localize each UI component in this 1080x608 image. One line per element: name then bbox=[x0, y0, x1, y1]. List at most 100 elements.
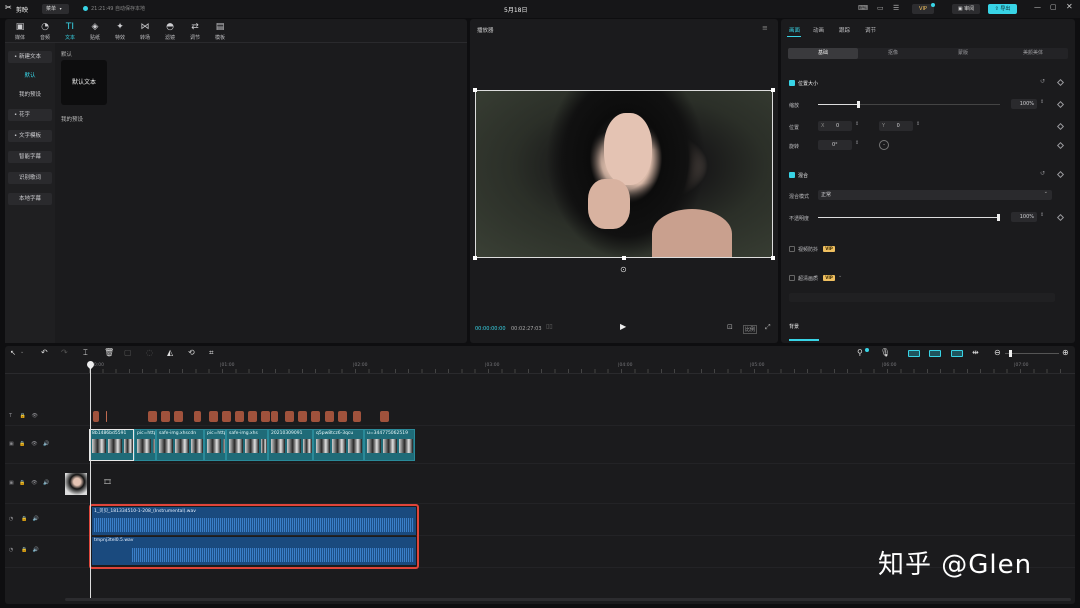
sidebar-local-caption[interactable]: 本地字幕 bbox=[8, 193, 52, 205]
speaker-icon[interactable]: 🔊 bbox=[43, 442, 49, 447]
undo-icon[interactable]: ↶ bbox=[41, 349, 48, 357]
freeze-icon[interactable]: ▢ bbox=[124, 349, 132, 357]
position-keyframe-icon[interactable] bbox=[1056, 122, 1065, 131]
tool-adjust[interactable]: ⇄ 调节 bbox=[184, 22, 206, 42]
sidebar-text-template[interactable]: • 文字模板 bbox=[8, 130, 52, 142]
ratio-button[interactable]: 比例 bbox=[743, 325, 758, 334]
default-text-card[interactable]: 默认文本 bbox=[61, 60, 107, 105]
tool-audio[interactable]: ◔ 音频 bbox=[34, 22, 56, 42]
text-clip[interactable] bbox=[298, 411, 307, 422]
playhead[interactable] bbox=[90, 362, 91, 598]
maximize-icon[interactable]: ▢ bbox=[1050, 4, 1057, 11]
reverse-icon[interactable]: ◌ bbox=[146, 349, 153, 357]
rotate-dial-icon[interactable]: - bbox=[879, 140, 889, 150]
settings-icon[interactable]: ☰ bbox=[893, 5, 899, 12]
sidebar-default[interactable]: 默认 bbox=[8, 70, 52, 82]
opacity-slider[interactable] bbox=[818, 214, 1000, 221]
text-clip[interactable] bbox=[209, 411, 218, 422]
opacity-input[interactable]: 100% bbox=[1011, 212, 1037, 222]
pos-y-stepper-icon[interactable]: ⇕ bbox=[916, 121, 920, 127]
superres-checkbox[interactable] bbox=[789, 275, 795, 281]
handle-bl[interactable] bbox=[473, 256, 477, 260]
text-clip[interactable] bbox=[353, 411, 361, 422]
split-icon[interactable]: ⌶ bbox=[83, 349, 88, 357]
speaker-icon[interactable]: 🔊 bbox=[43, 481, 49, 486]
subtab-cutout[interactable]: 抠像 bbox=[858, 48, 928, 59]
video-clip[interactable]: u=344775062519 bbox=[364, 429, 415, 461]
tab-animation[interactable]: 动画 bbox=[813, 26, 824, 34]
tool-template[interactable]: ▤ 模板 bbox=[209, 22, 231, 42]
opacity-stepper-icon[interactable]: ⇕ bbox=[1040, 212, 1044, 218]
text-clip[interactable] bbox=[248, 411, 257, 422]
tab-adjust[interactable]: 调节 bbox=[865, 26, 876, 34]
auto-reframe-icon[interactable]: ⚲ bbox=[857, 349, 863, 357]
blend-keyframe-icon[interactable] bbox=[1056, 170, 1065, 179]
pos-x-stepper-icon[interactable]: ⇕ bbox=[855, 121, 859, 127]
blend-reset-icon[interactable]: ↺ bbox=[1040, 170, 1045, 177]
zoom-in-icon[interactable]: ⊕ bbox=[1062, 349, 1069, 357]
film-icon[interactable]: 🎞 bbox=[103, 479, 112, 486]
text-clip[interactable] bbox=[271, 411, 278, 422]
speaker-icon[interactable]: 🔊 bbox=[33, 548, 39, 553]
opacity-slider-knob[interactable] bbox=[997, 214, 1000, 221]
minimize-icon[interactable]: — bbox=[1034, 4, 1041, 11]
tool-transition[interactable]: ⋈ 转场 bbox=[134, 22, 156, 42]
sidebar-lyrics[interactable]: 识别歌词 bbox=[8, 172, 52, 184]
position-size-checkbox[interactable] bbox=[789, 80, 795, 86]
text-clip[interactable] bbox=[174, 411, 183, 422]
fullscreen-icon[interactable]: ⤢ bbox=[765, 324, 771, 331]
text-clip[interactable] bbox=[311, 411, 320, 422]
tool-filter[interactable]: ◓ 滤镜 bbox=[159, 22, 181, 42]
opacity-keyframe-icon[interactable] bbox=[1056, 213, 1065, 222]
scale-slider-knob[interactable] bbox=[857, 101, 861, 108]
video-clip[interactable]: safe-img.xhscdn bbox=[156, 429, 204, 461]
speaker-icon[interactable]: 🔊 bbox=[33, 517, 39, 522]
rotate-keyframe-icon[interactable] bbox=[1056, 141, 1065, 150]
text-clip[interactable] bbox=[235, 411, 244, 422]
sidebar-my-presets[interactable]: 我的预设 bbox=[8, 89, 52, 101]
tool-sticker[interactable]: ◈ 贴纸 bbox=[84, 22, 106, 42]
text-clip[interactable] bbox=[285, 411, 294, 422]
microphone-icon[interactable]: 🎙 bbox=[880, 349, 890, 357]
text-clip[interactable] bbox=[338, 411, 347, 422]
text-clip[interactable] bbox=[106, 411, 107, 422]
pos-y-input[interactable]: Y 0 bbox=[879, 121, 913, 131]
delete-icon[interactable]: 🗑 bbox=[104, 349, 114, 357]
play-icon[interactable]: ▶ bbox=[620, 323, 626, 331]
text-clip[interactable] bbox=[194, 411, 201, 422]
main-track-magnet-button[interactable] bbox=[908, 350, 920, 357]
player-menu-icon[interactable]: ≡ bbox=[762, 25, 768, 32]
handle-bm[interactable] bbox=[622, 256, 626, 260]
video-preview[interactable] bbox=[475, 90, 773, 258]
scale-slider[interactable] bbox=[818, 101, 1000, 108]
handle-br[interactable] bbox=[771, 256, 775, 260]
audio-clip-1[interactable]: 1_贝贝_181334510-1-208_(Instrumental).wav bbox=[92, 507, 416, 535]
text-clip[interactable] bbox=[222, 411, 231, 422]
preview-axis-icon[interactable]: ⇹ bbox=[972, 349, 979, 357]
crop-icon[interactable]: ⌗ bbox=[209, 349, 214, 357]
export-button[interactable]: ⇪ 导出 bbox=[988, 4, 1017, 14]
text-clip[interactable] bbox=[380, 411, 389, 422]
sidebar-new-text[interactable]: • 新建文本 bbox=[8, 51, 52, 63]
close-icon[interactable]: ✕ bbox=[1066, 3, 1073, 11]
tab-picture[interactable]: 画面 bbox=[789, 26, 800, 34]
scale-keyframe-icon[interactable] bbox=[1056, 100, 1065, 109]
auto-snap-button[interactable] bbox=[929, 350, 941, 357]
tab-tracking[interactable]: 跟踪 bbox=[839, 26, 850, 34]
zoom-out-icon[interactable]: ⊖ bbox=[994, 349, 1001, 357]
time-ruler[interactable] bbox=[5, 360, 1075, 374]
video-clip[interactable]: pic=http bbox=[204, 429, 226, 461]
lock-icon[interactable]: 🔒 bbox=[21, 517, 27, 522]
keyframe-icon[interactable] bbox=[1056, 78, 1065, 87]
zoom-slider[interactable] bbox=[1005, 350, 1059, 357]
video-clip[interactable]: 20210309091 bbox=[268, 429, 313, 461]
pos-x-input[interactable]: X 0 bbox=[818, 121, 852, 131]
reset-icon[interactable]: ↺ bbox=[1040, 78, 1045, 85]
text-clip[interactable] bbox=[161, 411, 170, 422]
blend-mode-select[interactable]: 正常 ⌄ bbox=[818, 190, 1052, 200]
layout-icon[interactable]: ▭ bbox=[877, 5, 884, 12]
menu-button[interactable]: 菜单 ▾ bbox=[42, 4, 69, 14]
text-clip[interactable] bbox=[261, 411, 270, 422]
blend-checkbox[interactable] bbox=[789, 172, 795, 178]
eye-icon[interactable]: 👁 bbox=[31, 481, 37, 486]
